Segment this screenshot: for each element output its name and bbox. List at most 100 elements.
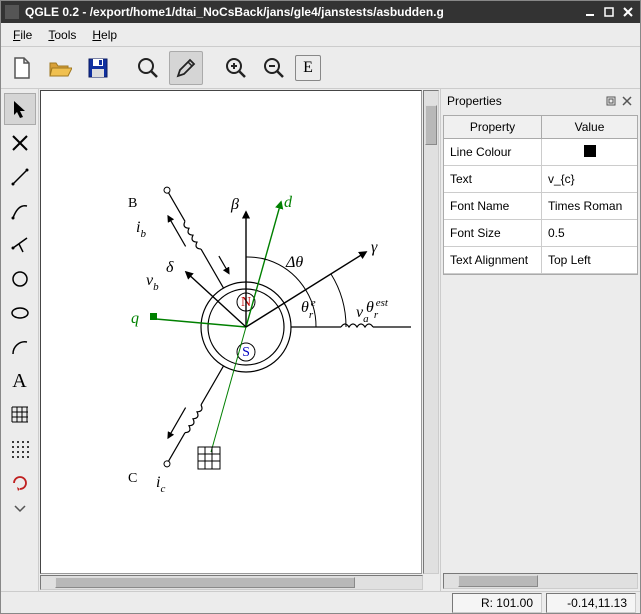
tangent-line-tool[interactable] [4,195,36,227]
line-icon [10,167,30,187]
property-row-text-align: Text Alignment Top Left [444,247,637,274]
line-tool[interactable] [4,161,36,193]
properties-header: Properties [441,89,640,113]
ellipse-icon [10,303,30,323]
delete-tool[interactable] [4,127,36,159]
canvas-horizontal-scrollbar[interactable] [40,575,423,590]
arc-tool[interactable] [4,331,36,363]
magnifier-icon [136,56,160,80]
svg-text:q: q [131,310,139,327]
properties-title: Properties [447,94,602,108]
properties-col-value[interactable]: Value [542,116,637,138]
export-button[interactable]: E [295,55,321,81]
property-name: Font Name [444,193,542,219]
maximize-button[interactable] [601,5,617,19]
svg-text:β: β [230,196,239,213]
text-tool[interactable]: A [4,365,36,397]
property-value-colour[interactable] [542,139,637,165]
close-button[interactable] [620,5,636,19]
close-icon [622,96,632,106]
property-row-line-colour: Line Colour [444,139,637,166]
zoom-in-button[interactable] [219,51,253,85]
text-tool-label: A [12,370,26,393]
app-window: QGLE 0.2 - /export/home1/dtai_NoCsBack/j… [0,0,641,614]
menu-help[interactable]: Help [84,26,125,44]
property-name: Line Colour [444,139,542,165]
properties-horizontal-scrollbar[interactable] [443,573,638,589]
property-value-size[interactable]: 0.5 [542,220,637,246]
properties-table: Property Value Line Colour Text v_{c} Fo… [443,115,638,275]
svg-text:ΔΔθθ: ΔΔθθ [285,254,303,271]
titlebar: QGLE 0.2 - /export/home1/dtai_NoCsBack/j… [1,1,640,23]
ellipse-tool[interactable] [4,297,36,329]
arc-icon [10,337,30,357]
perp-icon [10,235,30,255]
diagram-canvas: N S β d [41,91,421,573]
pencil-icon [174,56,198,80]
svg-text:ic: ic [156,474,165,495]
circle-icon [10,269,30,289]
property-value-align[interactable]: Top Left [542,247,637,273]
svg-text:d: d [284,194,293,211]
property-row-font-size: Font Size 0.5 [444,220,637,247]
more-tools[interactable] [4,501,36,517]
canvas-vertical-scrollbar[interactable] [423,90,439,574]
toolbar: E [1,47,640,89]
tangent-icon [10,201,30,221]
zoom-out-button[interactable] [257,51,291,85]
statusbar: R: 101.00 -0.14,11.13 [1,591,640,613]
svg-text:B: B [128,196,137,211]
grid-coarse-icon [10,405,30,425]
property-value-font[interactable]: Times Roman [542,193,637,219]
app-icon [5,5,19,19]
properties-pane: Properties Property Value Line Colour [440,89,640,591]
rotate-tool[interactable] [4,467,36,499]
main-area: A [1,89,640,591]
x-icon [10,133,30,153]
grid-fine-icon [10,439,30,459]
pointer-icon [10,99,30,119]
svg-text:γ: γ [371,239,378,256]
svg-text:θrest: θrest [366,297,389,321]
menu-tools[interactable]: Tools [40,26,84,44]
menu-file[interactable]: File [5,26,40,44]
property-row-font-name: Font Name Times Roman [444,193,637,220]
properties-close-button[interactable] [620,94,634,108]
property-name: Text Alignment [444,247,542,273]
canvas-pane: N S β d [39,89,440,591]
properties-col-property[interactable]: Property [444,116,542,138]
svg-text:S: S [242,345,250,360]
property-row-text: Text v_{c} [444,166,637,193]
draw-tool-button[interactable] [169,51,203,85]
new-file-icon [12,56,32,80]
svg-text:C: C [128,471,137,486]
open-button[interactable] [43,51,77,85]
save-button[interactable] [81,51,115,85]
grid-fine-tool[interactable] [4,433,36,465]
new-button[interactable] [5,51,39,85]
status-r: R: 101.00 [452,593,542,613]
tool-palette: A [1,89,39,591]
pointer-tool[interactable] [4,93,36,125]
perp-line-tool[interactable] [4,229,36,261]
property-name: Text [444,166,542,192]
property-name: Font Size [444,220,542,246]
property-value-text[interactable]: v_{c} [542,166,637,192]
canvas-viewport[interactable]: N S β d [40,90,422,574]
zoom-in-icon [224,56,248,80]
properties-detach-button[interactable] [604,94,618,108]
zoom-tool-button[interactable] [131,51,165,85]
grid-coarse-tool[interactable] [4,399,36,431]
zoom-out-icon [262,56,286,80]
export-label: E [303,59,313,77]
circle-tool[interactable] [4,263,36,295]
chevron-down-icon [13,504,27,514]
svg-text:δ: δ [166,259,174,276]
svg-text:ib: ib [136,219,146,240]
colour-swatch [584,145,596,157]
rotate-icon [10,473,30,493]
save-icon [87,57,109,79]
minimize-button[interactable] [582,5,598,19]
detach-icon [606,96,616,106]
status-coords: -0.14,11.13 [546,593,636,613]
